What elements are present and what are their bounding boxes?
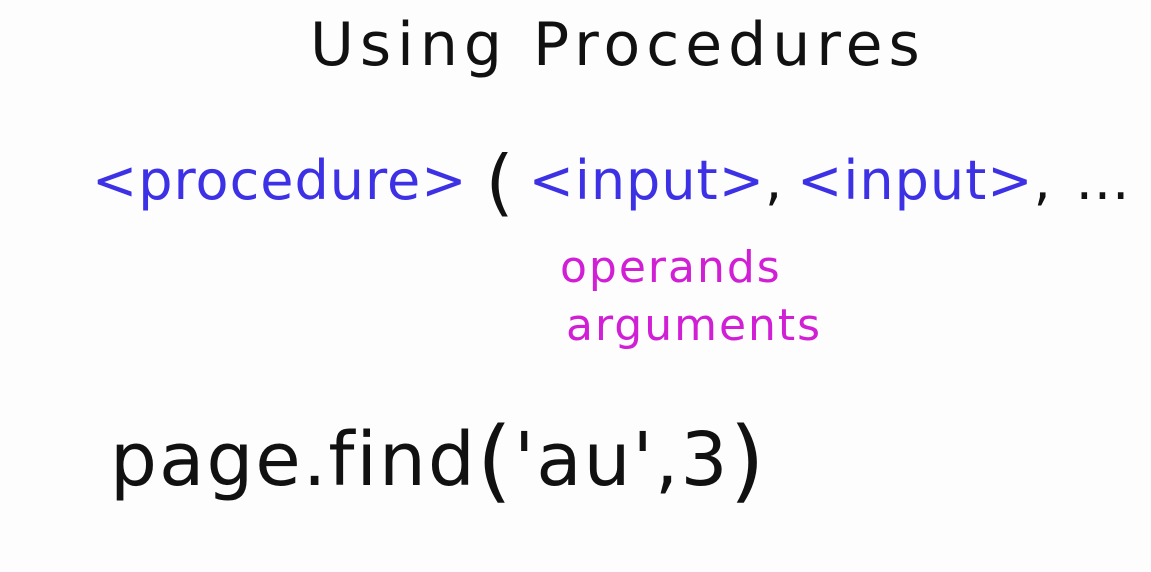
procedure-call-syntax: <procedure>(<input>,<input>,...) bbox=[92, 140, 1151, 224]
syntax-comma-2: , bbox=[1033, 149, 1052, 212]
example-arg-2: 3 bbox=[680, 417, 730, 503]
syntax-open-paren: ( bbox=[485, 140, 515, 224]
example-object: page bbox=[110, 417, 303, 503]
example-close-paren: ) bbox=[729, 408, 767, 513]
syntax-input-2: <input> bbox=[797, 149, 1034, 212]
example-call: page.find('au',3) bbox=[110, 408, 767, 513]
whiteboard: Using Procedures <procedure>(<input>, <in… bbox=[0, 0, 1151, 572]
term-operands: operands bbox=[560, 242, 782, 293]
syntax-input-1: <input> bbox=[528, 149, 765, 212]
syntax-ellipsis: ... bbox=[1075, 149, 1131, 212]
syntax-procedure: <procedure> bbox=[92, 149, 468, 212]
term-arguments: arguments bbox=[566, 300, 823, 351]
example-arg-1: 'au' bbox=[513, 417, 655, 503]
example-method: find bbox=[328, 417, 477, 503]
example-comma: , bbox=[654, 417, 681, 503]
page-title: Using Procedures bbox=[310, 10, 926, 80]
syntax-comma-1: , bbox=[764, 149, 784, 212]
example-dot: . bbox=[302, 417, 329, 503]
example-open-paren: ( bbox=[476, 408, 514, 513]
